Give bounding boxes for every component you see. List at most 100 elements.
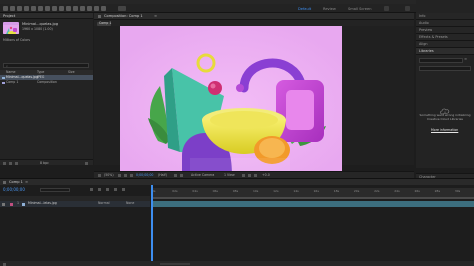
zoom-slider[interactable]: [160, 263, 190, 265]
lock-icon[interactable]: [98, 15, 101, 18]
libraries-select[interactable]: [419, 58, 463, 63]
column-type[interactable]: Type: [37, 70, 44, 74]
timeline-tab-bar: Comp 1 ≡: [0, 179, 474, 185]
camera-select[interactable]: Active Camera: [191, 173, 214, 177]
ruler-tick-label: 24s: [394, 188, 400, 193]
type-tool-icon[interactable]: [66, 6, 71, 11]
roto-tool-icon[interactable]: [94, 6, 99, 11]
puppet-tool-icon[interactable]: [101, 6, 106, 11]
footage-icon: [22, 202, 25, 206]
timeline-menu-icon[interactable]: ≡: [25, 180, 28, 185]
draft-3d-icon[interactable]: [90, 188, 93, 191]
libraries-search-input[interactable]: [419, 66, 471, 71]
zoom-select[interactable]: (50%): [104, 173, 114, 177]
hand-tool-icon[interactable]: [17, 6, 22, 11]
resolution-select[interactable]: (Half): [158, 173, 167, 177]
search-help-icon[interactable]: [405, 6, 410, 11]
region-of-interest-icon[interactable]: [174, 174, 177, 177]
breadcrumb-label: Comp 1: [99, 20, 112, 25]
panel-menu-icon[interactable]: ≡: [154, 14, 157, 19]
ruler-tick-label: 16s: [313, 188, 319, 193]
workspace-default[interactable]: Default: [298, 7, 311, 11]
workspace-review[interactable]: Review: [323, 7, 336, 11]
transparency-grid-icon[interactable]: [180, 174, 183, 177]
project-footer: 8 bpc: [0, 159, 93, 165]
timeline-tab[interactable]: Comp 1: [9, 180, 23, 185]
parent-select[interactable]: None: [126, 202, 134, 205]
column-name[interactable]: Name: [6, 70, 15, 74]
trash-icon[interactable]: [85, 161, 88, 165]
graph-editor-icon[interactable]: [122, 188, 125, 191]
pan-behind-tool-icon[interactable]: [45, 6, 50, 11]
brush-tool-icon[interactable]: [73, 6, 78, 11]
toggle-switches-icon[interactable]: [3, 262, 6, 266]
view-layout-select[interactable]: 1 View: [224, 173, 235, 177]
rotate-tool-icon[interactable]: [31, 6, 36, 11]
more-information-link[interactable]: More information: [431, 128, 458, 132]
panel-effects-presets[interactable]: Effects & Presets: [416, 34, 474, 41]
timeline-timecode[interactable]: 0;00;00;00: [3, 188, 25, 192]
current-time-indicator[interactable]: [151, 185, 153, 266]
timeline-layer-row[interactable]: 1 Minimal...lelas.jpg Normal None: [0, 201, 150, 207]
home-tool-icon[interactable]: [3, 6, 8, 11]
snapping-toggle[interactable]: [118, 6, 126, 11]
layer-name[interactable]: Minimal...lelas.jpg: [28, 202, 57, 205]
composition-viewer[interactable]: [120, 26, 342, 176]
new-comp-icon[interactable]: [15, 161, 18, 165]
motion-blur-icon[interactable]: [114, 188, 117, 191]
layer-duration-bar[interactable]: [153, 201, 474, 207]
panel-align[interactable]: Align: [416, 41, 474, 48]
selection-tool-icon[interactable]: [10, 6, 15, 11]
label-color-icon[interactable]: [10, 202, 13, 206]
always-preview-icon[interactable]: [98, 174, 101, 177]
footage-icon: [2, 76, 5, 79]
mask-visibility-icon[interactable]: [124, 174, 127, 177]
exposure-value[interactable]: +0.0: [262, 173, 270, 177]
project-search-input[interactable]: ⌕: [3, 63, 89, 68]
after-effects-window: Default Review Small Screen Project Mini…: [0, 0, 474, 266]
project-row-name: Minimal...quelas.jpg: [6, 75, 38, 79]
grid-guides-icon[interactable]: [118, 174, 121, 177]
cloud-warning-icon: [440, 102, 450, 115]
panel-info[interactable]: Info: [416, 13, 474, 20]
frame-blending-icon[interactable]: [106, 188, 109, 191]
flowchart-icon[interactable]: [254, 174, 257, 177]
close-tab-icon[interactable]: [3, 180, 6, 184]
breadcrumb-chip[interactable]: Comp 1: [97, 20, 112, 26]
comp-timecode[interactable]: 0;00;00;00: [136, 173, 153, 177]
composition-footer: (50%) 0;00;00;00 (Half) Active Camera 1 …: [94, 171, 414, 178]
timeline-icon[interactable]: [248, 174, 251, 177]
shy-layers-icon[interactable]: [98, 188, 101, 191]
bit-depth[interactable]: 8 bpc: [40, 161, 49, 165]
fast-previews-icon[interactable]: [242, 174, 245, 177]
visibility-eye-icon[interactable]: [2, 202, 5, 206]
tab-composition[interactable]: Composition: Comp 1: [104, 14, 143, 19]
panel-libraries[interactable]: Libraries: [416, 48, 474, 55]
mask-tool-icon[interactable]: [52, 6, 57, 11]
panel-audio[interactable]: Audio: [416, 20, 474, 27]
project-row-type: JPEG: [37, 75, 45, 79]
interpret-footage-icon[interactable]: [3, 161, 6, 165]
timeline-search-input[interactable]: [40, 188, 70, 192]
time-ruler[interactable]: 0s 02s 04s 06s 08s 10s 12s 14s 16s 18s 20s 22s 24s 26…: [151, 188, 474, 197]
toolbar: Default Review Small Screen: [0, 4, 474, 13]
workspace-overflow-icon[interactable]: [384, 6, 389, 11]
clone-tool-icon[interactable]: [80, 6, 85, 11]
blend-mode-select[interactable]: Normal: [98, 202, 110, 205]
camera-tool-icon[interactable]: [38, 6, 43, 11]
eraser-tool-icon[interactable]: [87, 6, 92, 11]
project-tab[interactable]: Project: [3, 14, 15, 19]
new-folder-icon[interactable]: [9, 161, 12, 165]
ruler-tick-label: 28s: [434, 188, 441, 193]
pen-tool-icon[interactable]: [59, 6, 64, 11]
workspace-small-screen[interactable]: Small Screen: [348, 7, 371, 11]
panel-label: Info: [419, 14, 426, 18]
camera-snapshot-icon[interactable]: [130, 174, 133, 177]
zoom-tool-icon[interactable]: [24, 6, 29, 11]
project-row[interactable]: Comp 1 Composition: [0, 80, 93, 85]
work-area-bar[interactable]: [151, 197, 474, 199]
column-size[interactable]: Size: [68, 70, 75, 74]
panel-preview[interactable]: Preview: [416, 27, 474, 34]
ruler-tick-label: 04s: [192, 188, 198, 193]
libraries-menu-icon[interactable]: ≡: [464, 57, 467, 62]
